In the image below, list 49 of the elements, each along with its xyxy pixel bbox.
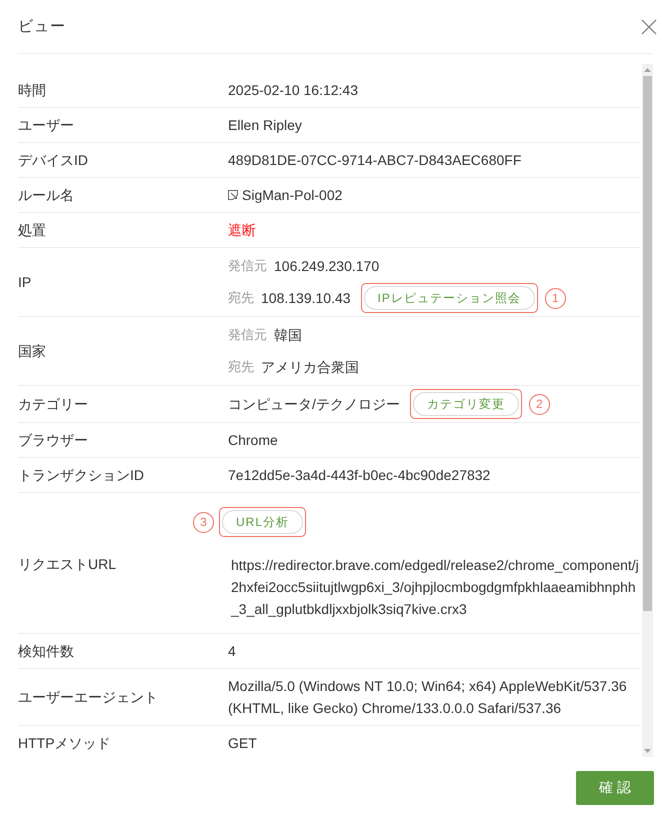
field-value: https://redirector.brave.com/edgedl/release2/chrome_component/j2hxfei2occ5siitujtlwgp6xi_3/ojhpjlocmbogdgmfpkhlaaeamibhnphh_3_all_gplutbkdljxxbjolk3siq7kive.crx3 bbox=[230, 556, 640, 619]
field-label: 検知件数 bbox=[18, 642, 75, 661]
field-label: IP bbox=[18, 273, 32, 292]
scroll-down-icon[interactable] bbox=[644, 749, 651, 753]
sub-label: 発信元 bbox=[228, 257, 267, 275]
confirm-button[interactable]: 確 認 bbox=[576, 771, 654, 805]
field-value: 2025-02-10 16:12:43 bbox=[228, 81, 358, 100]
scrollbar[interactable] bbox=[642, 64, 653, 757]
action-button[interactable]: IPレピュテーション照会 bbox=[364, 286, 535, 310]
field-label: 処置 bbox=[18, 221, 47, 240]
sub-label: 宛先 bbox=[228, 358, 254, 376]
field-value: 106.249.230.170 bbox=[274, 257, 380, 276]
step-marker: 3 bbox=[193, 512, 214, 532]
scrollbar-thumb[interactable] bbox=[643, 76, 652, 611]
field-value: 108.139.10.43 bbox=[261, 289, 351, 308]
field-value: Mozilla/5.0 (Windows NT 10.0; Win64; x64) AppleWebKit/537.36 (KHTML, like Gecko) Chrome/133.0.0.0 Safari/537.36 bbox=[228, 677, 628, 718]
step-marker: 1 bbox=[544, 288, 566, 308]
sub-label: 発信元 bbox=[228, 326, 267, 344]
field-value: アメリカ合衆国 bbox=[261, 358, 359, 377]
field-value: Ellen Ripley bbox=[228, 116, 302, 135]
action-button[interactable]: URL分析 bbox=[222, 510, 304, 534]
field-label: ユーザーエージェント bbox=[18, 688, 159, 707]
field-value: 遮断 bbox=[228, 221, 256, 240]
scroll-up-icon[interactable] bbox=[644, 68, 651, 72]
field-value: 4 bbox=[228, 642, 236, 661]
square-arrow-icon bbox=[228, 190, 238, 200]
field-label: ブラウザー bbox=[18, 431, 89, 450]
field-value: GET bbox=[228, 734, 257, 753]
field-label: デバイスID bbox=[18, 151, 89, 170]
field-label: HTTPメソッド bbox=[18, 734, 112, 753]
field-label: 国家 bbox=[18, 342, 47, 361]
field-value: 7e12dd5e-3a4d-443f-b0ec-4bc90de27832 bbox=[228, 466, 490, 485]
step-marker: 2 bbox=[528, 394, 550, 414]
action-button[interactable]: カテゴリ変更 bbox=[412, 392, 519, 416]
field-label: ルール名 bbox=[18, 186, 75, 205]
field-value: 489D81DE-07CC-9714-ABC7-D843AEC680FF bbox=[228, 151, 522, 170]
field-label: 時間 bbox=[18, 81, 47, 100]
sub-label: 宛先 bbox=[228, 289, 254, 307]
field-value: 韓国 bbox=[274, 326, 302, 345]
close-button[interactable] bbox=[641, 18, 657, 34]
field-value: コンピュータ/テクノロジー bbox=[228, 395, 400, 414]
close-icon bbox=[641, 18, 657, 34]
field-value: Chrome bbox=[228, 431, 278, 450]
field-value: SigMan-Pol-002 bbox=[242, 186, 342, 205]
field-label: カテゴリー bbox=[18, 395, 89, 414]
field-label: ユーザー bbox=[18, 116, 75, 135]
field-label: トランザクションID bbox=[18, 466, 145, 485]
dialog-title: ビュー bbox=[18, 17, 66, 36]
field-label: リクエストURL bbox=[18, 554, 118, 574]
